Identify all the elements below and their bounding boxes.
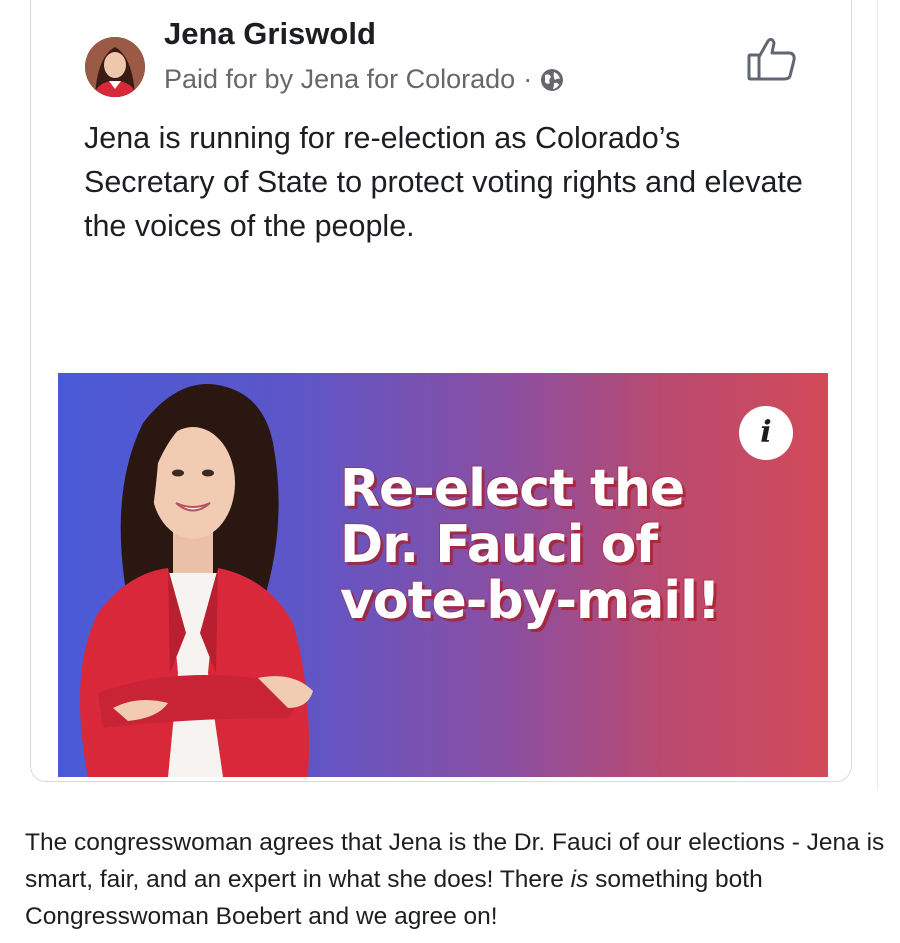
- globe-icon[interactable]: [540, 68, 564, 92]
- caption-emphasis: is: [570, 866, 589, 893]
- sponsor-text: Paid for by Jena for Colorado: [164, 64, 516, 94]
- author-avatar[interactable]: [85, 37, 145, 97]
- post-body-text: Jena is running for re-election as Color…: [84, 121, 803, 243]
- banner-headline: Re-elect the Dr. Fauci of vote-by-mail!: [340, 461, 810, 629]
- avatar-photo: [85, 37, 145, 97]
- divider-line: [877, 0, 878, 790]
- candidate-photo: [80, 384, 313, 777]
- ad-banner-image[interactable]: Re-elect the Dr. Fauci of vote-by-mail! …: [58, 373, 828, 777]
- author-name[interactable]: Jena Griswold: [164, 16, 376, 52]
- caption-text: The congresswoman agrees that Jena is th…: [25, 824, 895, 935]
- sponsor-line: Paid for by Jena for Colorado ·: [164, 64, 564, 95]
- info-icon[interactable]: i: [739, 406, 793, 460]
- sponsored-post-card: Jena Griswold Paid for by Jena for Color…: [30, 0, 852, 782]
- headline-line-3: vote-by-mail!: [340, 571, 721, 631]
- headline-line-1: Re-elect the: [340, 459, 685, 519]
- separator-dot: ·: [523, 64, 533, 94]
- thumbs-up-icon[interactable]: [746, 35, 798, 83]
- headline-line-2: Dr. Fauci of: [340, 515, 658, 575]
